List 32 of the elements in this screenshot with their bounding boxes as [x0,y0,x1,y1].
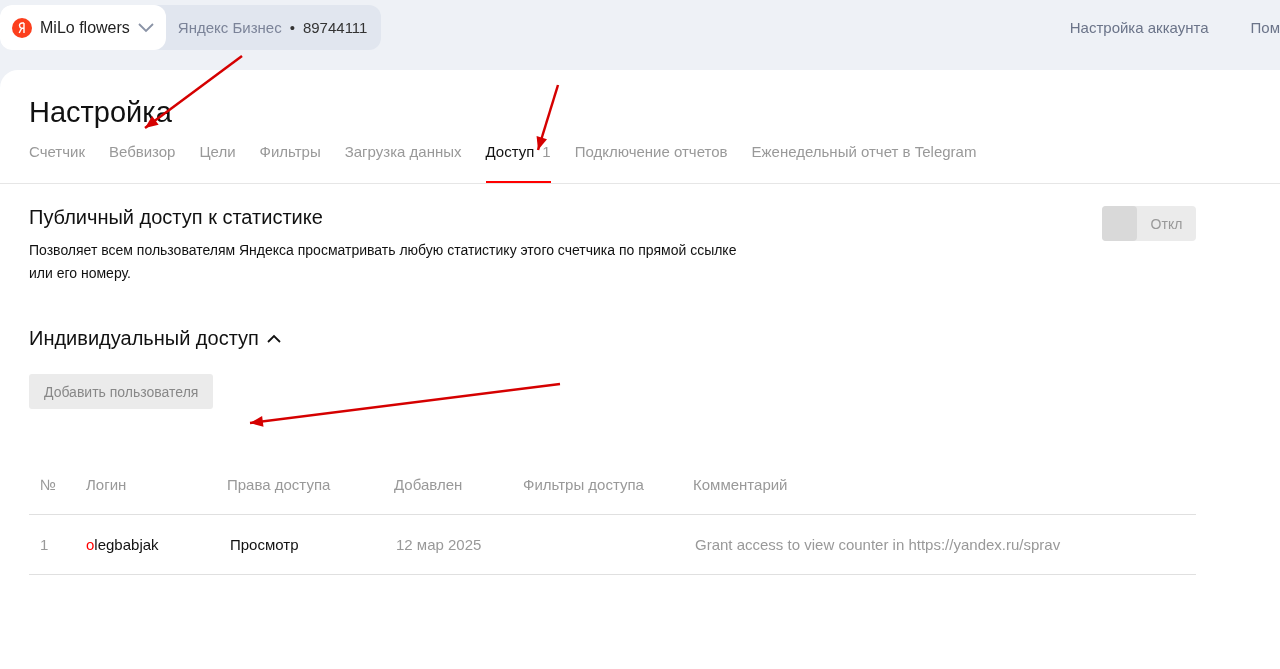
tab[interactable]: Загрузка данных [344,143,462,183]
header-link[interactable]: Пом [1250,19,1280,36]
tab[interactable]: Подключение отчетов [574,143,728,183]
table-cell-text: Просмотр [229,536,300,553]
tab[interactable]: Еженедельный отчет в Telegram [751,143,977,183]
section-title: Индивидуальный доступ [29,327,259,350]
separator: • [289,19,295,36]
counter-id: 89744111 [302,19,368,36]
source-label: Яндекс Бизнес [177,19,282,36]
table-cell-text: 12 мар 2025 [395,536,483,553]
tab[interactable]: Цели [199,143,236,183]
header-link[interactable]: Настройка аккаунта [1069,19,1209,36]
column-header: Логин [86,476,128,493]
table-cell-text: Grant access to view counter in https://yandex.ru/sprav [694,536,1062,553]
tab[interactable]: Счетчик [29,143,85,183]
chevron-up-icon[interactable] [266,334,281,343]
counter-selector[interactable]: MiLo flowers [0,5,166,50]
tab[interactable]: Вебвизор [108,143,176,183]
column-header: Фильтры доступа [523,476,645,493]
section-description: Позволяет всем пользователям Яндекса просматривать любую статистику этого счетчика по прямой ссылке или его номеру. [29,241,738,283]
column-header: Комментарий [693,476,789,493]
user-login: olegbabjak [86,536,160,553]
add-user-button[interactable]: Добавить пользователя [29,374,214,409]
chevron-down-icon [137,22,154,33]
logo-icon [12,17,32,38]
column-header: Добавлен [394,476,464,493]
column-header: № [40,476,58,493]
toggle-switch[interactable]: Откл [1102,206,1196,241]
column-header: Права доступа [227,476,332,493]
table-cell-text: 1 [40,536,50,553]
section-title: Публичный доступ к статистике [29,206,324,229]
tab[interactable]: Фильтры [259,143,321,183]
